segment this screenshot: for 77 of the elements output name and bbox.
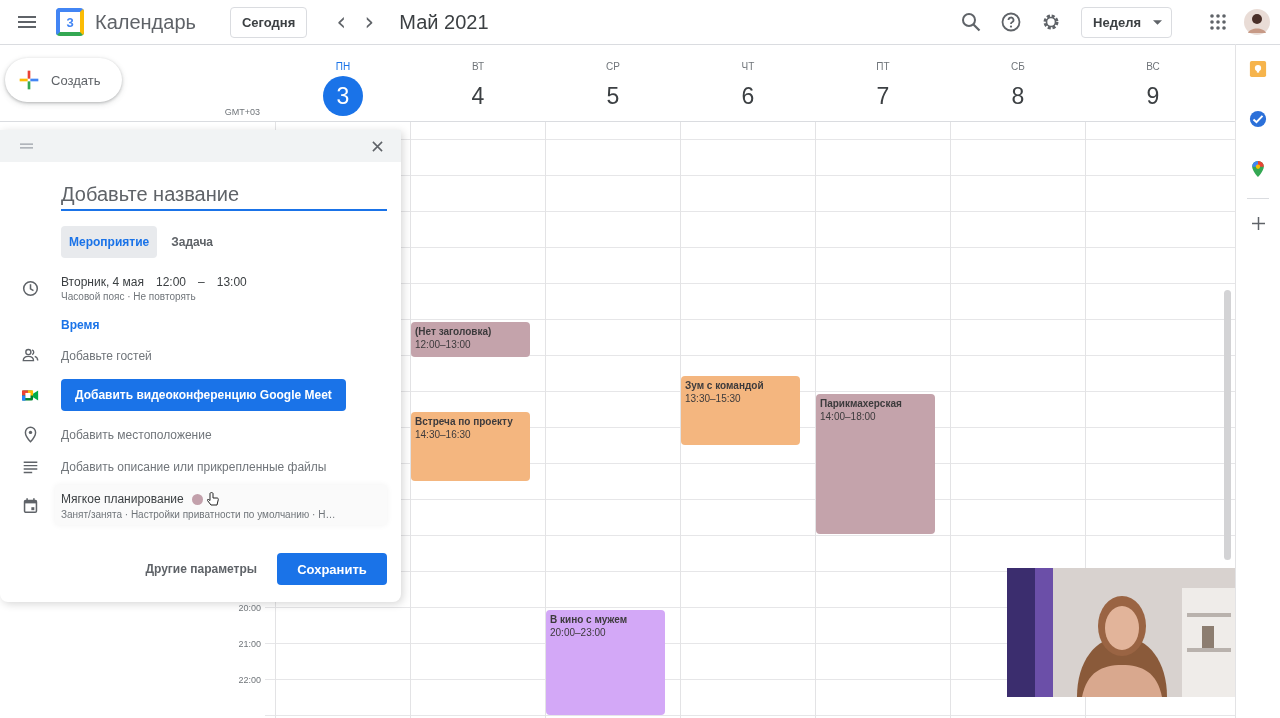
day-number[interactable]: 7 xyxy=(863,76,903,116)
drag-handle-icon[interactable] xyxy=(20,143,33,149)
description-field[interactable]: Добавить описание или прикрепленные файлы xyxy=(61,459,327,474)
weekday-label: СР xyxy=(606,61,620,74)
time-details[interactable]: Часовой пояс · Не повторять xyxy=(61,291,247,302)
calendar-color-dot[interactable] xyxy=(191,493,203,505)
day-number[interactable]: 6 xyxy=(728,76,768,116)
weekday-label: ВС xyxy=(1146,61,1160,74)
event-time: 20:00–23:00 xyxy=(550,626,607,639)
calendar-details: Занят/занята · Настройки приватности по умолчанию · Н… xyxy=(61,509,337,520)
save-button[interactable]: Сохранить xyxy=(277,553,387,585)
menu-icon[interactable] xyxy=(18,16,36,28)
event-title: В кино с мужем xyxy=(550,613,629,626)
time-link[interactable]: Время xyxy=(61,318,387,332)
event-block[interactable]: Встреча по проекту 14:30–16:30 xyxy=(411,412,530,481)
weekday-label: ВТ xyxy=(471,61,485,74)
next-button[interactable]: › xyxy=(355,10,384,34)
event-title: Зум с командой xyxy=(685,379,765,392)
event-title: Парикмахерская xyxy=(820,397,903,410)
time-label: 21:00 xyxy=(237,639,261,649)
day-number[interactable]: 9 xyxy=(1133,76,1173,116)
search-icon[interactable] xyxy=(961,12,982,32)
google-meet-button[interactable]: Добавить видеоконференцию Google Meet xyxy=(61,379,346,411)
start-time[interactable]: 12:00 xyxy=(156,275,187,289)
day-number[interactable]: 5 xyxy=(593,76,633,116)
caret-icon xyxy=(1153,19,1162,25)
type-tab[interactable]: Мероприятие xyxy=(61,226,158,258)
event-time: 13:30–15:30 xyxy=(685,392,742,405)
day-number[interactable]: 4 xyxy=(458,76,498,116)
previous-button[interactable]: ‹ xyxy=(327,10,356,34)
clock-icon xyxy=(22,280,39,297)
plus-icon xyxy=(17,68,41,92)
weekday-label: ЧТ xyxy=(741,61,755,74)
event-block[interactable]: (Нет заголовка) 12:00–13:00 xyxy=(411,322,530,357)
more-options-button[interactable]: Другие параметры xyxy=(139,561,263,577)
event-time: 12:00–13:00 xyxy=(415,338,472,351)
guests-field[interactable]: Добавьте гостей xyxy=(61,348,152,363)
type-tab[interactable]: Задача xyxy=(163,226,222,258)
date-text[interactable]: Вторник, 4 мая xyxy=(61,275,144,289)
time-label: 20:00 xyxy=(237,603,261,613)
check-circle-icon[interactable] xyxy=(1249,110,1267,128)
calendar-logo-icon: 3 xyxy=(56,8,84,36)
app-title: Календарь xyxy=(95,10,196,34)
event-title: Встреча по проекту xyxy=(415,415,514,428)
end-time[interactable]: 13:00 xyxy=(216,275,247,289)
map-pin-icon[interactable] xyxy=(1249,160,1267,178)
apps-grid-icon[interactable] xyxy=(1210,14,1226,30)
calendar-name: Мягкое планирование xyxy=(61,492,184,506)
event-block[interactable]: Зум с командой 13:30–15:30 xyxy=(681,376,800,445)
event-title: (Нет заголовка) xyxy=(415,325,493,338)
calendar-setting[interactable]: Мягкое планирование Занят/занята · Настройки приватности по умолчанию · Н… xyxy=(55,485,387,525)
weekday-label: ПТ xyxy=(876,61,890,74)
weekday-label: ПН xyxy=(335,61,351,74)
event-time: 14:30–16:30 xyxy=(415,428,472,441)
people-icon xyxy=(22,347,39,364)
day-number[interactable]: 3 xyxy=(323,76,363,116)
event-block[interactable]: Парикмахерская 14:00–18:00 xyxy=(816,394,935,534)
add-icon[interactable] xyxy=(1251,217,1265,230)
create-button[interactable]: Создать xyxy=(5,58,123,102)
weekday-label: СБ xyxy=(1011,61,1025,74)
time-label: 22:00 xyxy=(237,675,261,685)
event-time: 14:00–18:00 xyxy=(820,410,877,423)
location-field[interactable]: Добавить местоположение xyxy=(61,427,212,442)
time-dash: – xyxy=(198,275,205,289)
day-number[interactable]: 8 xyxy=(998,76,1038,116)
avatar-icon[interactable] xyxy=(1244,9,1270,35)
scrollbar[interactable] xyxy=(1224,290,1231,560)
view-dropdown[interactable]: Неделя xyxy=(1081,6,1172,38)
hand-cursor-icon xyxy=(206,492,219,506)
location-pin-icon xyxy=(22,426,39,443)
close-icon[interactable] xyxy=(372,140,383,152)
calendar-icon xyxy=(22,496,39,514)
event-block[interactable]: В кино с мужем 20:00–23:00 xyxy=(546,610,665,715)
help-icon[interactable] xyxy=(1001,12,1022,32)
today-button[interactable]: Сегодня xyxy=(229,6,308,38)
period-title: Май 2021 xyxy=(399,10,489,34)
timezone-label: GMT+03 xyxy=(224,107,260,117)
